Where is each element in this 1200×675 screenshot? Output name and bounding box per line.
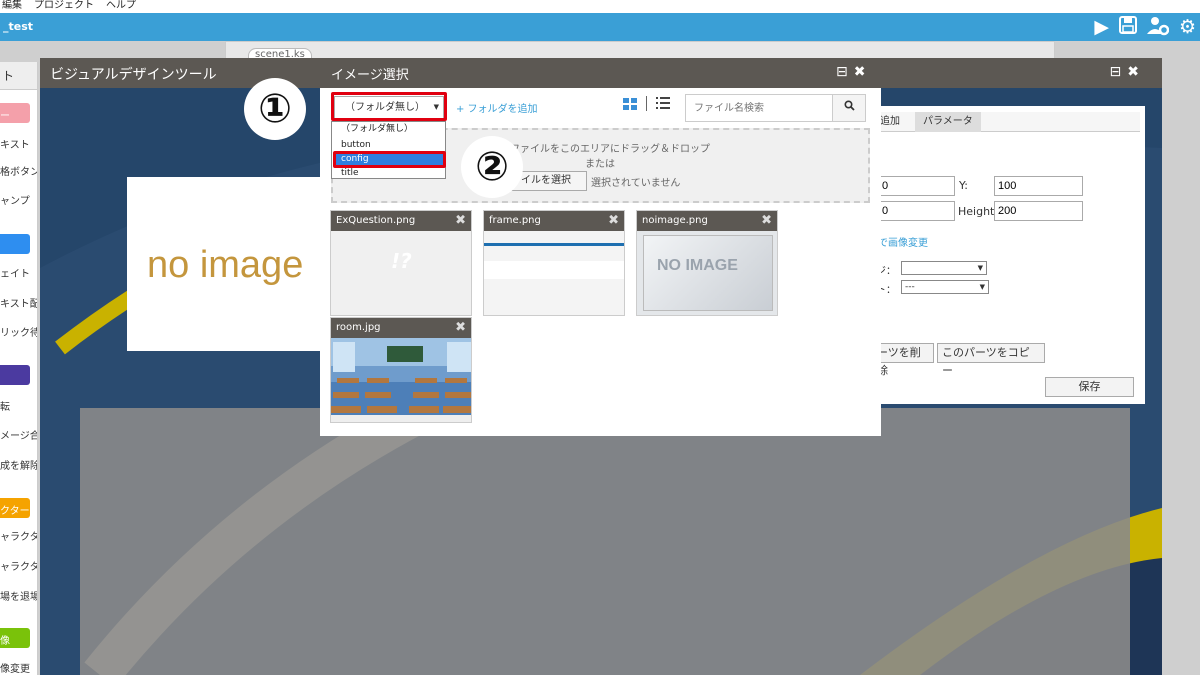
drop-zone-text: ファイルをこのエリアにドラッグ＆ドロップ	[510, 144, 710, 155]
file-search	[685, 94, 866, 122]
step1-badge: ①	[244, 78, 306, 140]
height-field[interactable]	[994, 201, 1083, 221]
dialog-close-icon[interactable]: ✖	[854, 64, 872, 80]
palette-item[interactable]: メージ合成	[0, 427, 37, 442]
file-card-frame[interactable]: frame.png ✖	[483, 210, 625, 316]
image-select[interactable]	[901, 261, 987, 275]
menu-project[interactable]: プロジェクト	[34, 0, 94, 13]
component-palette: ト ー キスト 格ボタン ャンプ ェイト キスト配置 リック待ち 転 メージ合成…	[0, 62, 38, 675]
palette-item[interactable]: ャラクター	[0, 558, 37, 573]
delete-icon[interactable]: ✖	[455, 318, 466, 338]
search-button[interactable]	[832, 95, 865, 121]
classroom-image	[331, 338, 471, 415]
y-label: Y:	[959, 179, 968, 192]
close-icon[interactable]: ✖	[1127, 64, 1145, 80]
delete-part-button[interactable]: ーツを削除	[872, 343, 934, 377]
palette-item[interactable]: ャンプ	[0, 192, 37, 207]
file-card-room[interactable]: room.jpg ✖	[330, 317, 472, 423]
file-name: ExQuestion.png	[336, 215, 416, 226]
dialog-title: イメージ選択	[331, 68, 409, 83]
palette-item[interactable]: ェイト	[0, 265, 37, 280]
drop-zone-or: または	[585, 159, 615, 170]
file-preview-text: NO IMAGE	[657, 257, 738, 274]
delete-icon[interactable]: ✖	[455, 211, 466, 231]
frame-preview-band	[484, 261, 624, 279]
category-bar-image	[0, 365, 30, 385]
menu-edit[interactable]: 編集	[2, 0, 22, 13]
palette-item[interactable]: 格ボタン	[0, 163, 37, 178]
palette-item[interactable]: キスト	[0, 136, 37, 151]
palette-item[interactable]: 転	[0, 398, 37, 413]
folder-option[interactable]: （フォルダ無し）	[333, 123, 444, 136]
palette-tab[interactable]: ト	[0, 62, 37, 90]
category-bar-system	[0, 234, 30, 254]
users-settings-icon[interactable]	[1146, 16, 1170, 41]
list-view-icon[interactable]	[656, 97, 670, 112]
play-icon[interactable]: ▶	[1094, 16, 1109, 41]
file-status: 選択されていません	[591, 178, 681, 189]
delete-icon[interactable]: ✖	[761, 211, 772, 231]
file-name: frame.png	[489, 215, 541, 226]
file-name: noimage.png	[642, 215, 708, 226]
menu-help[interactable]: ヘルプ	[106, 0, 136, 13]
tab-parameter[interactable]: パラメータ	[915, 112, 981, 132]
folder-dropdown-list: （フォルダ無し） button config title	[331, 121, 446, 179]
palette-category: ー	[0, 111, 10, 122]
palette-category: クター	[0, 506, 30, 517]
save-button[interactable]: 保存	[1045, 377, 1134, 397]
save-icon[interactable]	[1118, 16, 1137, 41]
search-input[interactable]	[686, 95, 833, 121]
palette-item[interactable]: キスト配置	[0, 295, 37, 310]
folder-option[interactable]: title	[333, 167, 444, 180]
menu-bar: 編集 プロジェクト ヘルプ	[0, 0, 1200, 13]
view-separator	[646, 96, 647, 111]
noimage-layer[interactable]: no image	[127, 177, 327, 351]
target-select[interactable]: ---	[901, 280, 989, 294]
dialog-minimize-icon[interactable]: ⊟	[836, 64, 854, 80]
step2-highlight	[333, 151, 446, 168]
minimize-icon[interactable]: ⊟	[1110, 64, 1128, 80]
palette-item[interactable]: 場を退場	[0, 588, 37, 603]
vdt-title: ビジュアルデザインツール	[50, 67, 217, 83]
app-title: _test	[3, 20, 34, 33]
step1-highlight	[331, 92, 447, 121]
delete-icon[interactable]: ✖	[608, 211, 619, 231]
grid-view-icon[interactable]	[623, 98, 637, 113]
palette-item[interactable]: ャラクター	[0, 528, 37, 543]
height-label: Height:	[958, 205, 999, 218]
file-preview-text: !?	[391, 249, 412, 273]
noimage-text: no image	[147, 244, 304, 286]
search-icon	[843, 100, 855, 111]
palette-item[interactable]: 成を解除	[0, 457, 37, 472]
file-name: room.jpg	[336, 322, 381, 333]
width-field[interactable]	[878, 201, 955, 221]
palette-item[interactable]: リック待ち	[0, 324, 37, 339]
copy-part-button[interactable]: このパーツをコピー	[937, 343, 1045, 377]
app-bar: _test ▶ ⚙	[0, 13, 1200, 41]
gear-icon[interactable]: ⚙	[1179, 16, 1196, 41]
x-field[interactable]	[878, 176, 955, 196]
file-card-noimage[interactable]: noimage.png ✖ NO IMAGE	[636, 210, 778, 316]
add-folder-link[interactable]: + フォルダを追加	[456, 100, 538, 115]
palette-category: 像	[0, 636, 10, 647]
frame-preview-line	[484, 243, 624, 246]
y-field[interactable]	[994, 176, 1083, 196]
palette-item[interactable]: 像変更	[0, 660, 37, 675]
step2-badge: ②	[461, 136, 523, 198]
change-image-link[interactable]: で画像変更	[878, 234, 928, 249]
file-card-exquestion[interactable]: ExQuestion.png ✖ !?	[330, 210, 472, 316]
